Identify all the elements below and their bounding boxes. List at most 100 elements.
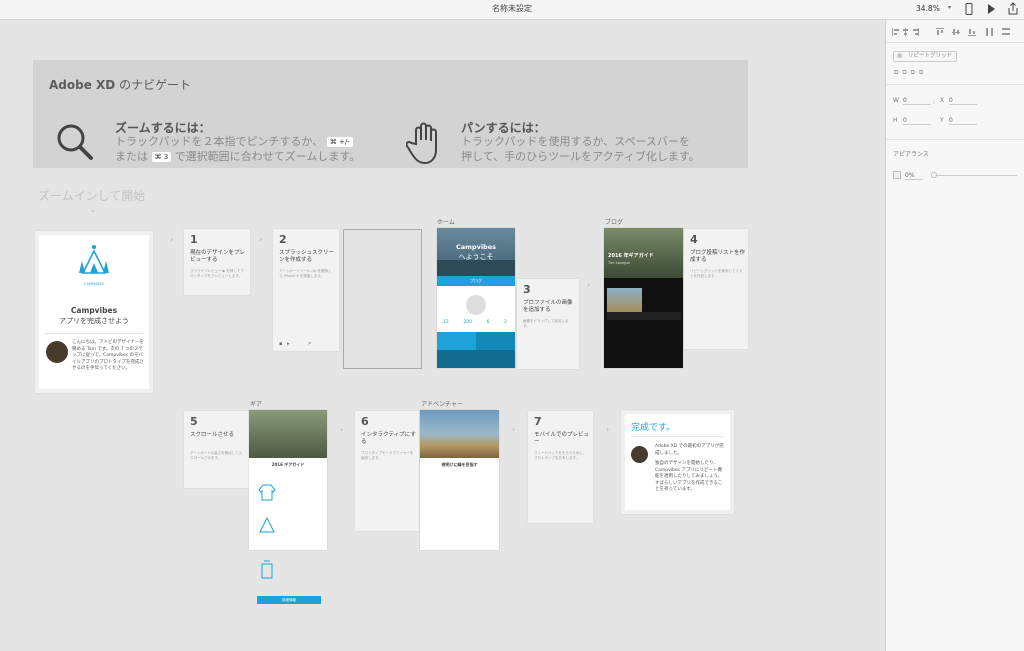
step-card-3[interactable]: 3 プロファイルの画像を追加する 画像をドラッグして追加します。 — [517, 279, 579, 369]
step-text: リピートグリッドを使用してリストを作成します。 — [690, 269, 743, 278]
lock-aspect-icon[interactable]: ⌇ — [933, 100, 935, 106]
nav-title: Adobe XD のナビゲート — [49, 78, 192, 92]
step-card-1[interactable]: 1 現在のデザインをプレビューする ブラウザプレビュー ▶ を押してプロトタイプ… — [184, 229, 250, 295]
step-text: アートボードの高さを伸ばしてスクロールさせます。 — [190, 451, 243, 460]
gear-cta-button[interactable]: 詳細情報 — [257, 596, 321, 604]
brand-wordmark: CAMPVIBES — [83, 282, 105, 286]
hand-icon — [406, 122, 437, 165]
step-card-7[interactable]: 7 モバイルでのプレビュー フィードバックをもらうために、プロトタイプを共有しま… — [528, 411, 593, 523]
device-preview-icon[interactable] — [962, 2, 976, 16]
completion-title: 完成です。 — [631, 423, 676, 433]
profile-image-placeholder[interactable] — [466, 295, 486, 315]
chevron-right-icon: › — [606, 425, 610, 434]
step-text: 画像をドラッグして追加します。 — [523, 319, 569, 328]
align-toolbar — [886, 27, 1024, 39]
step-number: 2 — [279, 233, 287, 246]
blog-author: Tim Sprague — [608, 261, 631, 265]
step-text: フィードバックをもらうために、プロトタイプを共有します。 — [534, 451, 587, 460]
width-label: W — [893, 97, 899, 104]
opacity-slider-handle[interactable] — [931, 172, 937, 178]
opacity-icon — [893, 171, 901, 179]
x-field[interactable]: 0 — [949, 97, 977, 105]
artboard-label-blog: ブログ — [605, 219, 624, 226]
blog-button[interactable]: ブログ — [437, 276, 515, 286]
step-card-6[interactable]: 6 インタラクティブにする プロトタイプモードでワイヤーを接続します。 — [355, 411, 419, 531]
blog-artboard[interactable]: 2016 年ギアガイド Tim Sprague — [604, 228, 683, 368]
tent-icon — [259, 516, 275, 533]
step-text: プロトタイプモードでワイヤーを接続します。 — [361, 451, 414, 460]
step-number: 1 — [190, 233, 198, 246]
step-number: 3 — [523, 283, 531, 296]
step-title: プロファイルの画像を追加する — [523, 300, 573, 313]
step-text: アートボードツール (A) を選択して iPhone 6 を描画します。 — [279, 269, 332, 278]
x-label: X — [940, 97, 945, 104]
adventure-artboard[interactable]: 夜明けに峰を目指す — [420, 410, 499, 550]
campvibes-logo-icon — [79, 245, 109, 274]
width-field[interactable]: 0 — [903, 97, 931, 105]
canvas[interactable]: Adobe XD のナビゲート ズームするには： トラックパッドを２本指でピンチ… — [0, 20, 885, 651]
step-title: モバイルでのプレビュー — [534, 432, 590, 445]
navigation-help-box: Adobe XD のナビゲート ズームするには： トラックパッドを２本指でピンチ… — [33, 60, 748, 168]
step-number: 4 — [690, 233, 698, 246]
artboard-label-adventure: アドベンチャー — [421, 401, 463, 408]
opacity-field[interactable]: 0% — [905, 172, 923, 180]
document-title: 名称未設定 — [492, 4, 532, 13]
y-label: Y — [940, 117, 944, 124]
boolean-ops-icons[interactable]: ⧉⧉⧉⧉ — [894, 69, 927, 77]
tool-icons: ▪ ▸ ↗ — [279, 341, 312, 347]
zoom-instructions: トラックパッドを２本指でピンチするか、 ⌘ +/- または ⌘ 3 で選択範囲に… — [115, 135, 361, 163]
step-card-2[interactable]: 2 スプラッシュスクリーンを作成する アートボードツール (A) を選択して i… — [273, 229, 339, 351]
repeat-grid-button[interactable]: ▦ リピートグリッド — [893, 51, 957, 62]
intro-subtitle: アプリを完成させよう — [59, 317, 129, 325]
step-number: 7 — [534, 415, 542, 428]
completion-text: Adobe XD での最初のアプリが完成しました。 独自のデザインを開始したり、… — [655, 444, 724, 492]
empty-artboard[interactable] — [343, 229, 422, 369]
chevron-down-icon: ⌄ — [89, 205, 97, 215]
step-text: ブラウザプレビュー ▶ を押してプロトタイプをプレビューします。 — [190, 269, 244, 278]
appearance-section-title: アピアランス — [893, 151, 929, 158]
intro-card[interactable]: CAMPVIBES Campvibes アプリを完成させよう こんにちは。アドビ… — [35, 231, 153, 393]
step-card-5[interactable]: 5 スクロールさせる アートボードの高さを伸ばしてスクロールさせます。 — [184, 411, 249, 488]
share-icon[interactable] — [1006, 2, 1020, 16]
avatar — [46, 341, 68, 363]
zoom-in-label: ズームインして開始 — [38, 189, 146, 203]
zoom-dropdown-icon[interactable]: ▾ — [948, 4, 951, 11]
home-artboard[interactable]: Campvibes へようこそ ブログ 12 200 6 2 — [437, 228, 515, 368]
grid-icon: ▦ — [897, 53, 903, 59]
pan-instructions: トラックパッドを使用するか、スペースバーを 押して、手のひらツールをアクティブ化し… — [461, 135, 700, 163]
step-title: スクロールさせる — [190, 432, 235, 438]
title-bar: 名称未設定 34.8% ▾ — [0, 0, 1024, 20]
zoom-level[interactable]: 34.8% — [916, 4, 940, 13]
step-title: スプラッシュスクリーンを作成する — [279, 250, 335, 263]
chevron-right-icon: › — [340, 425, 344, 434]
step-title: 現在のデザインをプレビューする — [190, 250, 246, 263]
step-number: 5 — [190, 415, 198, 428]
lantern-icon — [261, 560, 273, 579]
chevron-right-icon: › — [259, 235, 263, 244]
avatar — [631, 446, 648, 463]
gear-artboard[interactable]: 2016 ギアガイド — [249, 410, 327, 550]
play-icon[interactable] — [984, 2, 998, 16]
jacket-icon — [258, 484, 276, 501]
adventure-heading: 夜明けに峰を目指す — [441, 462, 478, 467]
height-field[interactable]: 0 — [903, 117, 931, 125]
intro-title: Campvibes — [70, 306, 118, 315]
step-card-4[interactable]: 4 ブログ投稿リストを作成する リピートグリッドを使用してリストを作成します。 — [684, 229, 748, 349]
completion-card[interactable]: 完成です。 Adobe XD での最初のアプリが完成しました。 独自のデザインを… — [621, 410, 734, 514]
property-inspector: ▦ リピートグリッド ⧉⧉⧉⧉ W 0 X 0 ⌇ H 0 Y 0 アピアランス… — [885, 20, 1024, 651]
step-title: ブログ投稿リストを作成する — [690, 250, 746, 263]
y-field[interactable]: 0 — [949, 117, 977, 125]
step-title: インタラクティブにする — [361, 432, 416, 445]
home-app-name: Campvibes — [456, 243, 496, 251]
home-welcome: へようこそ — [458, 253, 494, 261]
home-stats: 12 200 6 2 — [443, 320, 507, 325]
magnifier-icon — [57, 124, 93, 160]
blog-headline: 2016 年ギアガイド — [608, 253, 654, 259]
gear-heading: 2016 ギアガイド — [271, 462, 305, 467]
artboard-label-home: ホーム — [437, 219, 455, 226]
height-label: H — [893, 117, 898, 124]
opacity-slider[interactable] — [933, 175, 1017, 176]
chevron-right-icon: › — [587, 280, 591, 289]
align-icons[interactable] — [892, 27, 1020, 37]
artboard-label-gear: ギア — [250, 401, 263, 408]
